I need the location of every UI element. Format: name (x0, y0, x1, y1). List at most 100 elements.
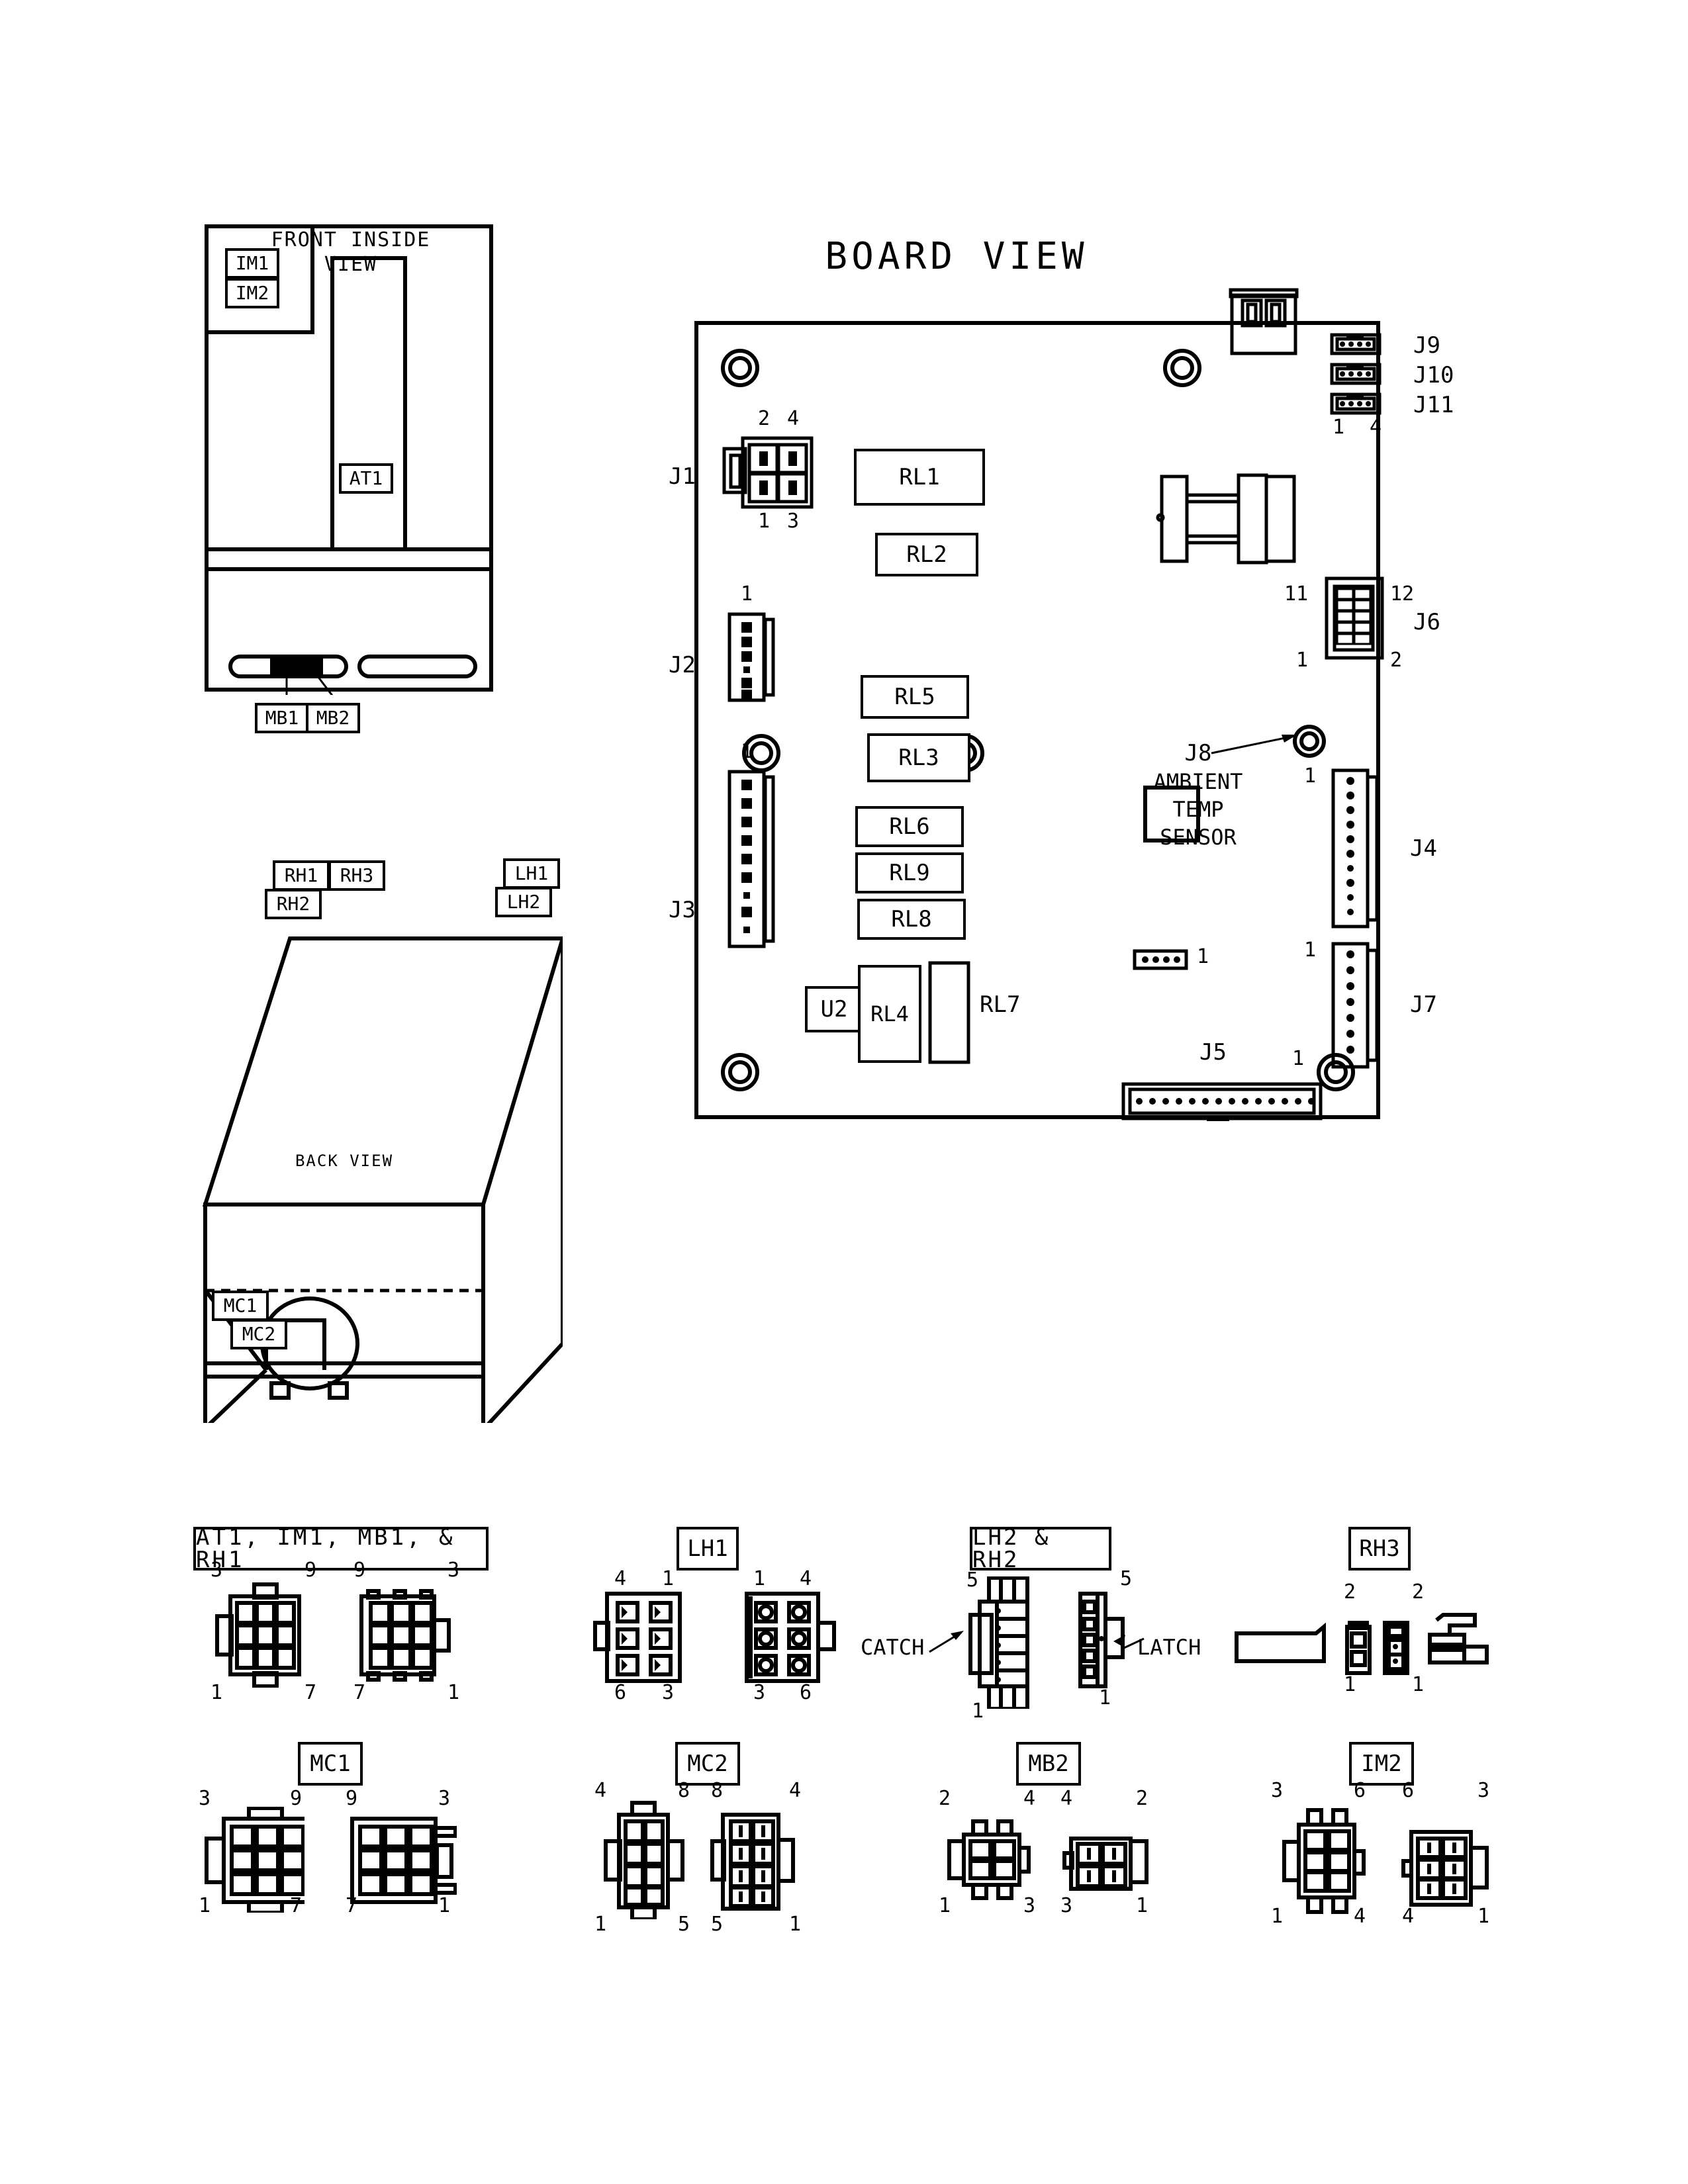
catch-leader-line (929, 1631, 964, 1653)
callout-rh3: RH3 (328, 860, 385, 891)
connector-detail-mc2-left (604, 1801, 684, 1919)
connector-detail-im2-left (1282, 1808, 1366, 1914)
connector-detail-at1-left (215, 1582, 301, 1688)
connector-j3[interactable] (726, 768, 785, 952)
connector-detail-im2-right (1401, 1830, 1489, 1907)
im2-right-pin-6: 6 (1402, 1779, 1415, 1802)
mb2-left-pin-2: 2 (939, 1787, 951, 1810)
callout-im2: IM2 (225, 278, 279, 308)
j6-pin-12: 12 (1390, 582, 1415, 606)
mb2-right-pin-1: 1 (1136, 1894, 1149, 1917)
relay-rl8: RL8 (857, 899, 966, 940)
lh2rh2-right-pin-1: 1 (1099, 1686, 1111, 1709)
lh1-left-pin-4: 4 (614, 1567, 627, 1590)
j4-pin-1: 1 (1304, 764, 1317, 788)
connector-label-j9: J9 (1413, 332, 1440, 359)
mc1-right-pin-9: 9 (346, 1787, 358, 1810)
callout-mb1: MB1 (255, 703, 309, 733)
connector-j8-header[interactable] (1132, 948, 1192, 972)
ic-u2: U2 (805, 986, 863, 1032)
connector-label-j3: J3 (669, 897, 696, 923)
connector-label-j11: J11 (1413, 392, 1454, 418)
detail-title-rh3: RH3 (1348, 1527, 1411, 1570)
lh1-right-pin-3: 3 (753, 1681, 766, 1704)
j8-note-line2: TEMP (1172, 797, 1224, 822)
callout-mc1: MC1 (212, 1291, 269, 1321)
mb2-left-pin-4: 4 (1023, 1787, 1036, 1810)
relay-rl5: RL5 (861, 675, 969, 719)
catch-label: CATCH (861, 1635, 925, 1660)
connector-label-j7: J7 (1410, 991, 1437, 1018)
j6-pin-2: 2 (1390, 649, 1403, 672)
at1-left-pin-3: 3 (211, 1559, 223, 1582)
mb2-right-pin-2: 2 (1136, 1787, 1149, 1810)
back-view-title: BACK VIEW (295, 1152, 394, 1170)
detail-title-lh2-rh2: LH2 & RH2 (970, 1526, 1111, 1571)
lh1-left-pin-6: 6 (614, 1681, 627, 1704)
mb2-right-pin-3: 3 (1060, 1894, 1073, 1917)
connector-label-j6: J6 (1413, 609, 1440, 635)
connector-power-top[interactable] (1228, 283, 1301, 357)
callout-at1: AT1 (339, 463, 393, 494)
relay-rl6: RL6 (855, 806, 964, 847)
j1-pin-1: 1 (757, 510, 771, 533)
mc1-left-pin-1: 1 (199, 1894, 211, 1917)
lh1-left-pin-3: 3 (662, 1681, 675, 1704)
callout-rh2: RH2 (265, 889, 322, 919)
j1-pin-3: 3 (786, 510, 800, 533)
at1-left-pin-1: 1 (211, 1681, 223, 1704)
mc2-left-pin-8: 8 (678, 1779, 690, 1802)
connector-j4[interactable] (1331, 766, 1380, 932)
relay-rl1: RL1 (854, 449, 985, 506)
j8-header-pin-1: 1 (1197, 945, 1209, 968)
rh3-female-pin-1: 1 (1344, 1673, 1356, 1696)
im2-left-pin-1: 1 (1271, 1905, 1284, 1928)
mc2-left-pin-1: 1 (594, 1913, 607, 1936)
mb2-left-pin-1: 1 (939, 1894, 951, 1917)
j8-note-line3: SENSOR (1160, 825, 1237, 850)
mc2-right-pin-4: 4 (789, 1779, 802, 1802)
im2-left-pin-4: 4 (1354, 1905, 1366, 1928)
lh1-right-pin-6: 6 (800, 1681, 812, 1704)
connector-detail-at1-right (359, 1589, 451, 1682)
mc2-right-pin-8: 8 (711, 1779, 724, 1802)
j11-pin-4: 4 (1369, 416, 1382, 439)
connector-j5[interactable] (1121, 1081, 1326, 1122)
j6-pin-1: 1 (1296, 649, 1309, 672)
mc2-left-pin-4: 4 (594, 1779, 607, 1802)
rh3-male-pin-2: 2 (1412, 1580, 1425, 1604)
diagram-sheet: FRONT INSIDE VIEW IM1 IM2 AT1 MB1 MB2 BA… (0, 0, 1688, 2184)
j7-pin-1: 1 (1304, 938, 1317, 962)
connector-detail-lh1-left (593, 1592, 682, 1683)
mc1-left-pin-9: 9 (290, 1787, 303, 1810)
im2-right-pin-3: 3 (1477, 1779, 1490, 1802)
lh2rh2-right-pin-5: 5 (1120, 1567, 1133, 1590)
transformer-block (1156, 473, 1296, 565)
board-view-title: BOARD VIEW (825, 235, 1088, 278)
connector-j1[interactable] (722, 430, 821, 516)
connector-j9[interactable] (1329, 331, 1382, 357)
connector-detail-mb2-left (947, 1819, 1031, 1900)
lh2rh2-left-pin-1: 1 (972, 1700, 984, 1723)
connector-j2[interactable] (726, 610, 785, 706)
relay-rl3: RL3 (867, 733, 970, 782)
mb2-right-pin-4: 4 (1060, 1787, 1073, 1810)
callout-mb2: MB2 (306, 703, 360, 733)
at1-left-pin-7: 7 (305, 1681, 317, 1704)
im2-left-pin-6: 6 (1354, 1779, 1366, 1802)
connector-detail-mc1-left (205, 1807, 305, 1913)
latch-label: LATCH (1137, 1635, 1201, 1660)
relay-rl9: RL9 (855, 852, 964, 893)
rh3-male-pin-1: 1 (1412, 1673, 1425, 1696)
connector-detail-rh3 (1235, 1613, 1489, 1675)
connector-j10[interactable] (1329, 361, 1382, 387)
j2-pin-1: 1 (740, 582, 753, 606)
detail-title-mb2: MB2 (1016, 1742, 1081, 1786)
connector-j6[interactable] (1324, 576, 1385, 660)
callout-lh2: LH2 (495, 887, 552, 917)
mc1-left-pin-7: 7 (290, 1894, 303, 1917)
connector-j11[interactable] (1329, 390, 1382, 417)
j8-note-line1: AMBIENT (1153, 769, 1243, 794)
j1-pin-4: 4 (786, 407, 800, 430)
connector-j7[interactable] (1331, 940, 1380, 1072)
